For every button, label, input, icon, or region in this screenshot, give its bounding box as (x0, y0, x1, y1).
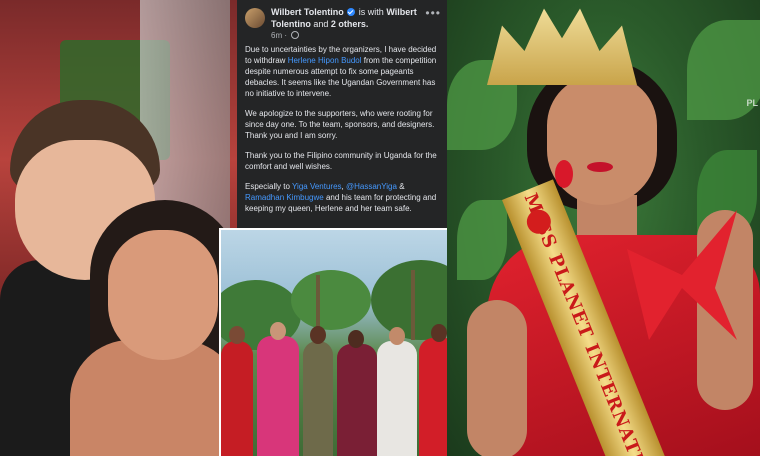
post-meta: 6m · (271, 31, 300, 40)
post-paragraph-1: Due to uncertainties by the organizers, … (245, 44, 439, 99)
hassanyiga-link[interactable]: @HassanYiga (346, 182, 397, 191)
queen-lips (587, 162, 613, 172)
author-avatar[interactable] (245, 8, 265, 28)
post-body: Due to uncertainties by the organizers, … (245, 44, 439, 223)
post-header: Wilbert Tolentino is with Wilbert Tolent… (245, 6, 441, 40)
contestant-1 (221, 341, 253, 456)
selfie-photo (0, 0, 237, 456)
post-time[interactable]: 6m (271, 31, 282, 40)
yiga-ventures-link[interactable]: Yiga Ventures (292, 182, 342, 191)
globe-icon (291, 31, 300, 39)
contestant-head (348, 330, 364, 348)
meta-separator: · (284, 31, 288, 40)
group-photo (219, 228, 460, 456)
contestant-head (270, 322, 286, 340)
contestant-4 (337, 344, 377, 456)
woman-face (108, 230, 218, 360)
contestant-5 (377, 341, 417, 456)
crown (487, 8, 637, 85)
post-paragraph-3: Thank you to the Filipino community in U… (245, 151, 437, 171)
author-line: Wilbert Tolentino is with Wilbert Tolent… (271, 6, 431, 30)
palm-trunk (411, 270, 415, 340)
news-collage: Wilbert Tolentino is with Wilbert Tolent… (0, 0, 760, 456)
contestant-head (431, 324, 447, 342)
more-options-icon[interactable]: ••• (425, 6, 441, 20)
queen-portrait: MISS PLANET INTERNATI PL (447, 0, 760, 456)
verified-badge-icon (347, 8, 356, 16)
contestant-head (389, 327, 405, 345)
contestant-2 (257, 336, 299, 456)
watermark: PL (746, 98, 758, 108)
contestant-head (310, 326, 326, 344)
herlene-link[interactable]: Herlene Hipon Budol (288, 56, 362, 65)
contestant-head (229, 326, 245, 344)
p4-ampersand: & (399, 182, 405, 191)
is-with-text: is with (358, 7, 384, 17)
ramadhan-link[interactable]: Ramadhan Kimbugwe (245, 193, 324, 202)
queen-left-arm (467, 300, 527, 456)
contestant-3 (303, 341, 333, 456)
author-name[interactable]: Wilbert Tolentino (271, 7, 344, 17)
p4-text: Especially to (245, 182, 290, 191)
facebook-post: Wilbert Tolentino is with Wilbert Tolent… (237, 0, 447, 228)
post-paragraph-2: We apologize to the supporters, who were… (245, 109, 435, 140)
leaf (457, 200, 507, 280)
red-flower-earring (555, 160, 573, 188)
p4-comma: , (341, 182, 344, 191)
others-link[interactable]: 2 others. (331, 19, 369, 29)
post-paragraph-4: Especially to Yiga Ventures, @HassanYiga… (245, 181, 439, 214)
and-text: and (313, 19, 329, 29)
tree-canopy (291, 270, 371, 330)
